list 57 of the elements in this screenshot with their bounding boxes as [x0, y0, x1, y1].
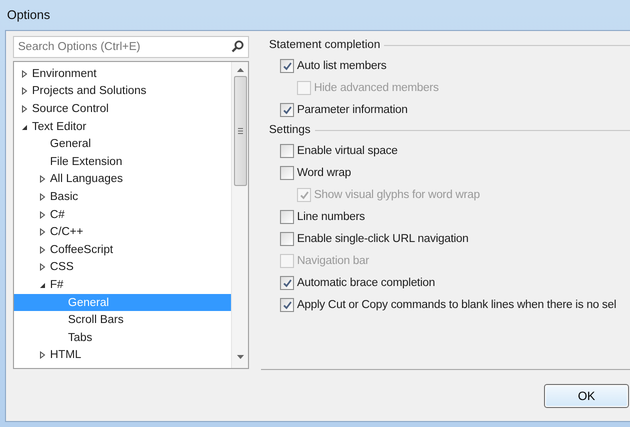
search-field[interactable]: Search Options (Ctrl+E) [13, 36, 249, 58]
tree-item[interactable]: C/C++ [14, 223, 231, 241]
collapsed-arrow-icon[interactable] [39, 210, 46, 219]
collapsed-arrow-icon[interactable] [39, 228, 46, 236]
scroll-down-arrow-icon[interactable] [236, 355, 244, 360]
checkbox-label: Auto list members [297, 60, 386, 72]
tree-item[interactable]: Environment [14, 65, 231, 83]
group-title: Settings [269, 124, 311, 136]
collapsed-arrow-icon[interactable] [39, 351, 46, 360]
scrollbar[interactable] [231, 62, 248, 368]
tree-item[interactable]: Projects and Solutions [14, 82, 231, 100]
collapsed-arrow-icon[interactable] [21, 87, 28, 96]
expanded-arrow-icon[interactable] [21, 122, 28, 131]
checkbox[interactable] [280, 298, 294, 312]
expanded-arrow-icon[interactable] [39, 280, 46, 289]
group-title: Statement completion [269, 39, 380, 51]
checkbox[interactable] [280, 103, 294, 117]
collapsed-arrow-icon[interactable] [21, 104, 28, 113]
collapsed-arrow-icon[interactable] [21, 70, 28, 78]
collapsed-arrow-icon[interactable] [39, 192, 46, 201]
tree-item[interactable]: All Languages [14, 170, 231, 188]
checkbox-label: Show visual glyphs for word wrap [314, 189, 480, 201]
tree-item[interactable]: CoffeeScript [14, 240, 231, 259]
collapsed-arrow-icon[interactable] [39, 175, 46, 184]
tree-item[interactable]: Scroll Bars [14, 311, 231, 329]
checkbox[interactable] [280, 144, 294, 158]
checkbox-label: Apply Cut or Copy commands to blank lines when there is no sel [297, 299, 616, 311]
tree-item[interactable]: General [14, 135, 231, 153]
checkbox-label: Enable virtual space [297, 145, 398, 157]
collapsed-arrow-icon[interactable] [39, 263, 46, 272]
tree-item[interactable]: Source Control [14, 100, 231, 118]
tree-item[interactable]: Text Editor [14, 118, 231, 136]
checkbox[interactable] [280, 232, 294, 246]
collapsed-arrow-icon[interactable] [39, 246, 46, 254]
tree-item[interactable]: File Extension [14, 152, 231, 171]
checkbox-label: Automatic brace completion [297, 277, 436, 289]
grip-icon [238, 128, 242, 134]
checkbox-label: Word wrap [297, 167, 352, 179]
search-icon[interactable] [231, 40, 244, 53]
checkbox-label: Enable single-click URL navigation [297, 233, 469, 245]
checkbox[interactable] [280, 210, 294, 224]
window-title: Options [7, 8, 50, 22]
tree-item[interactable]: F# [14, 276, 231, 294]
tree-item[interactable]: Basic [14, 188, 231, 206]
checkbox-label: Line numbers [297, 211, 365, 223]
tree-item[interactable]: HTML [14, 346, 231, 364]
checkbox[interactable] [280, 59, 294, 73]
checkbox[interactable] [280, 276, 294, 290]
checkbox-label: Parameter information [297, 104, 408, 116]
scroll-up-arrow-icon[interactable] [236, 68, 244, 73]
tree-item[interactable]: CSS [14, 258, 231, 276]
checkbox[interactable] [280, 166, 294, 180]
checkbox-label: Navigation bar [297, 255, 370, 267]
checkbox-label: Hide advanced members [314, 82, 439, 94]
tree-item[interactable]: Tabs [14, 328, 231, 346]
tree-item[interactable]: C# [14, 206, 231, 224]
ok-button[interactable]: OK [544, 384, 629, 408]
